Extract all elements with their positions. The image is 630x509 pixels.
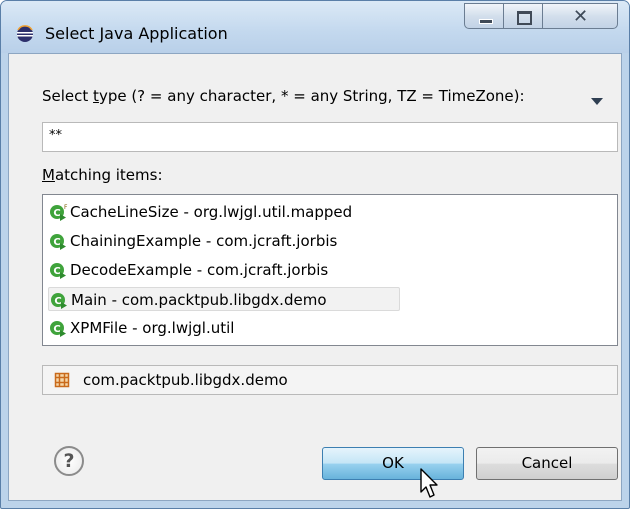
selected-package-status: com.packtpub.libgdx.demo <box>42 365 618 395</box>
list-item-selected[interactable]: C Main - com.packtpub.libgdx.demo <box>48 287 400 311</box>
filter-label: Select type (? = any character, * = any … <box>42 87 525 105</box>
svg-text:C: C <box>53 237 60 248</box>
list-item-label: Main - com.packtpub.libgdx.demo <box>71 291 327 309</box>
close-button[interactable]: ✕ <box>542 3 618 29</box>
matching-items-list[interactable]: C F CacheLineSize - org.lwjgl.util.mappe… <box>42 194 618 346</box>
filter-input[interactable]: ** <box>42 122 618 152</box>
list-item[interactable]: C F CacheLineSize - org.lwjgl.util.mappe… <box>48 200 448 224</box>
svg-text:C: C <box>53 266 60 277</box>
close-icon: ✕ <box>573 6 589 27</box>
cancel-button-label: Cancel <box>521 454 573 472</box>
cancel-button[interactable]: Cancel <box>476 447 618 480</box>
title-bar[interactable]: Select Java Application ✕ <box>1 1 629 53</box>
package-icon <box>54 372 70 388</box>
svg-text:F: F <box>64 204 68 211</box>
filter-input-value: ** <box>49 128 62 143</box>
selected-package-text: com.packtpub.libgdx.demo <box>83 371 288 389</box>
maximize-button[interactable] <box>503 3 543 29</box>
list-item[interactable]: C ChainingExample - com.jcraft.jorbis <box>48 229 448 253</box>
java-class-run-icon: C <box>50 263 66 279</box>
matching-items-label: Matching items: <box>42 166 163 184</box>
list-item-label: CacheLineSize - org.lwjgl.util.mapped <box>70 203 353 221</box>
svg-text:C: C <box>53 208 60 219</box>
list-item-label: XPMFile - org.lwjgl.util <box>70 319 235 337</box>
ok-button[interactable]: OK <box>322 447 464 480</box>
svg-text:C: C <box>54 296 61 307</box>
list-item-label: ChainingExample - com.jcraft.jorbis <box>70 232 338 250</box>
maximize-icon <box>517 11 532 25</box>
dialog-window: Select Java Application ✕ Select type (?… <box>0 0 630 509</box>
ok-button-label: OK <box>382 454 404 472</box>
filter-menu-icon[interactable] <box>591 98 603 105</box>
minimize-icon <box>479 19 493 24</box>
java-class-run-final-icon: C F <box>50 204 68 221</box>
svg-text:C: C <box>53 324 60 335</box>
minimize-button[interactable] <box>464 3 504 29</box>
eclipse-icon <box>17 25 33 42</box>
list-item[interactable]: C DecodeExample - com.jcraft.jorbis <box>48 258 448 282</box>
java-class-run-icon: C <box>50 234 66 250</box>
list-item-label: DecodeExample - com.jcraft.jorbis <box>70 261 329 279</box>
java-class-run-icon: C <box>50 321 66 337</box>
window-title: Select Java Application <box>45 24 228 43</box>
dialog-content: Select type (? = any character, * = any … <box>8 53 622 501</box>
help-icon[interactable]: ? <box>54 446 84 476</box>
java-class-run-icon: C <box>51 293 67 309</box>
list-item[interactable]: C XPMFile - org.lwjgl.util <box>48 316 448 340</box>
mouse-cursor-icon <box>420 468 438 498</box>
window-controls: ✕ <box>464 3 618 29</box>
